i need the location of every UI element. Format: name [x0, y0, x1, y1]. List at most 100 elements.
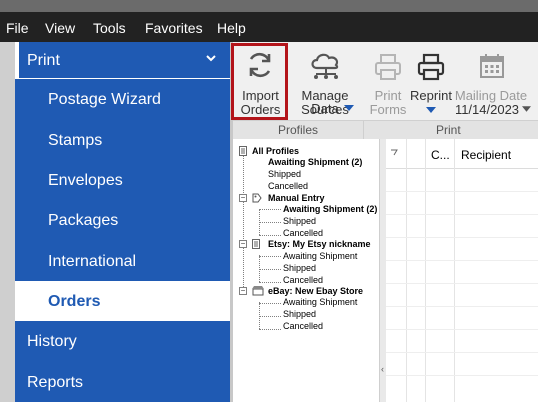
tree-connector	[259, 303, 281, 304]
tree-connector	[259, 209, 281, 210]
sidebar-item-print[interactable]: Print	[15, 42, 230, 79]
chevron-down-icon	[206, 55, 216, 62]
table-row[interactable]	[386, 260, 538, 261]
ribbon-group-bar: Profiles Print	[233, 120, 538, 140]
dropdown-arrow-icon	[344, 105, 354, 111]
tree-collapse-toggle[interactable]: −	[239, 194, 247, 202]
left-strip	[0, 42, 15, 402]
reprint-label: Reprint	[410, 88, 452, 103]
printer-icon	[375, 54, 401, 80]
sidebar-item-orders[interactable]: Orders	[15, 281, 230, 321]
tree-node-cancelled[interactable]: Cancelled	[268, 181, 308, 192]
tree-connector	[259, 316, 281, 317]
cloud-network-icon	[311, 53, 339, 79]
mailing-date-button[interactable]: Mailing Date 11/14/2023	[452, 42, 531, 120]
window-top-strip	[0, 0, 538, 12]
group-label-profiles: Profiles	[278, 123, 319, 137]
tree-node-manual-entry[interactable]: Manual Entry	[268, 193, 325, 204]
tree-collapse-toggle[interactable]: −	[239, 287, 247, 295]
sidebar-item-label: Stamps	[48, 132, 103, 149]
grid-col-line	[454, 139, 455, 402]
menu-file[interactable]: File	[6, 20, 29, 36]
sidebar-item-label: Packages	[48, 212, 119, 229]
tree-node-awaiting-shipment[interactable]: Awaiting Shipment	[283, 297, 357, 308]
print-forms-label-2: Forms	[369, 102, 407, 117]
dropdown-arrow-icon	[522, 106, 531, 112]
sidebar-item-label: Orders	[48, 293, 101, 310]
refresh-icon	[249, 52, 271, 78]
group-separator	[363, 121, 364, 140]
table-row[interactable]	[386, 214, 538, 215]
sidebar-item-reports[interactable]: Reports	[15, 362, 230, 402]
document-icon	[252, 239, 260, 249]
sidebar-item-postage-wizard[interactable]: Postage Wizard	[15, 79, 230, 120]
grid-col-line	[425, 139, 426, 402]
document-icon	[239, 146, 247, 156]
grid-col-line	[406, 139, 407, 402]
calendar-icon	[480, 54, 504, 78]
group-label-print: Print	[436, 123, 461, 137]
tree-node-all-profiles[interactable]: All Profiles	[252, 146, 299, 157]
tree-connector	[259, 329, 281, 330]
tree-connector	[259, 256, 281, 257]
table-row[interactable]	[386, 306, 538, 307]
sidebar-item-international[interactable]: International	[15, 241, 230, 281]
mailing-date-label: Mailing Date	[454, 88, 528, 103]
tree-connector	[243, 155, 244, 295]
import-orders-button[interactable]: Import Orders	[233, 42, 288, 120]
ribbon: Import Orders Manage Data Sources Print …	[233, 42, 538, 120]
menu-view[interactable]: View	[45, 20, 75, 36]
tree-node-awaiting-shipment[interactable]: Awaiting Shipment (2)	[268, 157, 362, 168]
menu-bar: File View Tools Favorites Help	[0, 12, 538, 42]
tree-connector	[259, 235, 281, 236]
orders-grid: C... Recipient	[386, 139, 538, 402]
table-row[interactable]	[386, 352, 538, 353]
tree-node-shipped[interactable]: Shipped	[268, 169, 301, 180]
menu-help[interactable]: Help	[217, 20, 246, 36]
tree-collapse-toggle[interactable]: −	[239, 240, 247, 248]
menu-favorites[interactable]: Favorites	[145, 20, 203, 36]
tree-node-cancelled[interactable]: Cancelled	[283, 321, 323, 332]
tree-node-ebay-store[interactable]: eBay: New Ebay Store	[268, 286, 363, 297]
tree-node-shipped[interactable]: Shipped	[283, 309, 316, 320]
reprint-button[interactable]: Reprint	[410, 42, 452, 120]
import-orders-label-1: Import	[242, 88, 279, 103]
tree-node-cancelled[interactable]: Cancelled	[283, 228, 323, 239]
sidebar-item-label: Postage Wizard	[48, 91, 161, 108]
tree-node-cancelled[interactable]: Cancelled	[283, 275, 323, 286]
sidebar: Print Postage Wizard Stamps Envelopes Pa…	[15, 42, 230, 402]
menu-tools[interactable]: Tools	[93, 20, 126, 36]
chevron-left-icon[interactable]: ‹	[381, 364, 384, 374]
tree-node-shipped[interactable]: Shipped	[283, 216, 316, 227]
sidebar-item-stamps[interactable]: Stamps	[15, 120, 230, 160]
sidebar-item-label: Reports	[27, 374, 84, 391]
tag-icon	[252, 193, 262, 203]
manage-data-sources-button[interactable]: Manage Data Sources	[288, 42, 362, 120]
table-row[interactable]	[386, 237, 538, 238]
tree-connector	[259, 269, 281, 270]
table-row[interactable]	[386, 191, 538, 192]
sidebar-item-packages[interactable]: Packages	[15, 200, 230, 241]
table-row[interactable]	[386, 329, 538, 330]
tree-node-awaiting-shipment[interactable]: Awaiting Shipment	[283, 251, 357, 262]
table-row[interactable]	[386, 283, 538, 284]
sidebar-item-label: Envelopes	[48, 172, 123, 189]
sidebar-item-history[interactable]: History	[15, 321, 230, 362]
tree-node-awaiting-shipment[interactable]: Awaiting Shipment (2)	[283, 204, 377, 215]
table-row[interactable]	[386, 375, 538, 376]
tree-node-shipped[interactable]: Shipped	[283, 263, 316, 274]
tree-connector	[259, 282, 281, 283]
column-header-c[interactable]: C...	[431, 148, 450, 162]
sidebar-item-envelopes[interactable]: Envelopes	[15, 160, 230, 200]
sort-icon[interactable]	[390, 149, 398, 157]
import-orders-label-2: Orders	[240, 102, 281, 117]
sidebar-item-label: History	[27, 333, 77, 350]
column-header-recipient[interactable]: Recipient	[461, 148, 511, 162]
sidebar-item-label: Print	[27, 52, 60, 69]
store-icon	[252, 286, 264, 296]
tree-node-etsy-store[interactable]: Etsy: My Etsy nickname	[268, 239, 371, 250]
mailing-date-value: 11/14/2023	[454, 102, 520, 117]
printer-icon	[417, 53, 445, 81]
dropdown-arrow-icon	[426, 107, 436, 113]
print-forms-button[interactable]: Print Forms	[366, 42, 410, 120]
